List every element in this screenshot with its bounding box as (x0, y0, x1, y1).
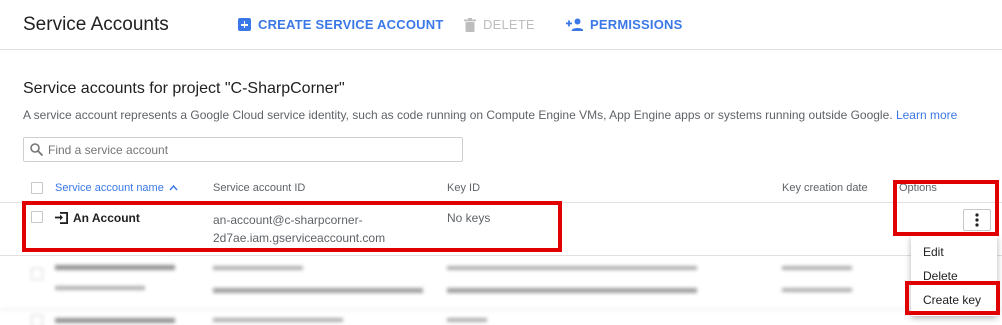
blurred-id (213, 288, 423, 293)
highlight-options (893, 180, 999, 236)
table-row-blurred (0, 262, 1002, 310)
blurred-key (447, 266, 697, 270)
menu-item-edit[interactable]: Edit (911, 240, 997, 264)
table-row-blurred (0, 312, 1002, 325)
highlight-create-key (905, 281, 1000, 315)
permissions-label: PERMISSIONS (590, 17, 683, 32)
search-input[interactable] (48, 142, 448, 157)
blurred-key (447, 288, 697, 293)
blurred-date (782, 266, 852, 270)
create-service-account-button[interactable]: CREATE SERVICE ACCOUNT (238, 17, 443, 32)
create-service-account-label: CREATE SERVICE ACCOUNT (258, 17, 444, 32)
column-header-key-id[interactable]: Key ID (447, 182, 480, 194)
add-person-icon (566, 18, 583, 31)
table-header: Service account name Service account ID … (0, 176, 1002, 203)
blurred-name (55, 286, 145, 290)
description-text: A service account represents a Google Cl… (23, 108, 893, 122)
add-box-icon (238, 18, 251, 31)
sort-ascending-icon (169, 184, 178, 191)
page-title: Service Accounts (23, 14, 169, 35)
column-header-id[interactable]: Service account ID (213, 182, 305, 194)
trash-icon (464, 17, 476, 32)
blurred-name (55, 318, 175, 323)
column-name-label: Service account name (55, 182, 164, 194)
select-all-checkbox[interactable] (31, 182, 43, 194)
blurred-key (447, 318, 487, 322)
delete-button[interactable]: DELETE (464, 17, 535, 32)
row-checkbox[interactable] (31, 315, 43, 325)
learn-more-link[interactable]: Learn more (896, 108, 957, 122)
section-title: Service accounts for project "C-SharpCor… (23, 80, 345, 97)
section-description: A service account represents a Google Cl… (23, 108, 957, 122)
permissions-button[interactable]: PERMISSIONS (566, 17, 683, 32)
search-box[interactable] (23, 137, 463, 162)
column-header-name[interactable]: Service account name (55, 182, 178, 194)
delete-label: DELETE (483, 17, 535, 32)
blurred-date (782, 288, 852, 292)
blurred-name (55, 265, 175, 270)
toolbar: Service Accounts CREATE SERVICE ACCOUNT … (0, 0, 1002, 50)
column-header-key-date[interactable]: Key creation date (782, 182, 868, 194)
row-checkbox[interactable] (31, 268, 43, 280)
blurred-id (213, 318, 343, 322)
blurred-id (213, 266, 303, 270)
search-icon (30, 143, 43, 156)
highlight-account-row (22, 201, 562, 252)
